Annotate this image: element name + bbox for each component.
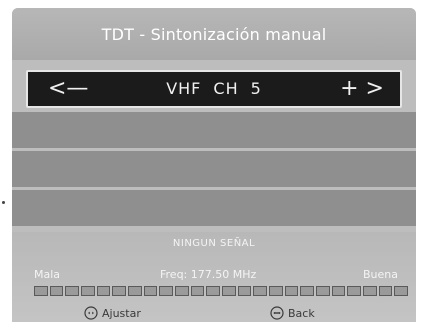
- signal-meter-segment: [175, 286, 189, 296]
- button-hints: Ajustar Back: [12, 306, 416, 322]
- signal-meter-segment: [222, 286, 236, 296]
- left-right-remote-icon: [84, 306, 98, 320]
- signal-meter-segment: [363, 286, 377, 296]
- empty-row: [12, 112, 416, 148]
- back-remote-icon: [270, 306, 284, 320]
- signal-meter-segment: [190, 286, 205, 296]
- empty-row: [12, 151, 416, 187]
- signal-good-label: Buena: [363, 268, 398, 281]
- signal-status: NINGUN SEÑAL: [172, 238, 256, 249]
- signal-meter-segment: [331, 286, 346, 296]
- signal-meter-segment: [34, 286, 48, 296]
- signal-meter-segment: [284, 286, 299, 296]
- empty-row: [12, 190, 416, 226]
- signal-meter-segment: [81, 286, 95, 296]
- tv-menu-screen: TDT - Sintonización manual <— VHF CH 5 + >…: [12, 8, 416, 322]
- adjust-hint[interactable]: Ajustar: [84, 306, 141, 320]
- signal-meter-segment: [65, 286, 80, 296]
- adjust-label: Ajustar: [102, 306, 141, 320]
- increase-channel-arrow[interactable]: + >: [340, 76, 384, 102]
- band-label: VHF: [166, 79, 202, 98]
- menu-title: TDT - Sintonización manual: [12, 8, 416, 60]
- signal-panel: NINGUN SEÑAL Mala Freq: 177.50 MHz Buena…: [12, 232, 416, 322]
- signal-meter-segment: [112, 286, 127, 296]
- signal-meter-segment: [300, 286, 315, 296]
- signal-meter-segment: [159, 286, 174, 296]
- signal-meter-segment: [96, 286, 111, 296]
- channel-number: 5: [250, 79, 262, 98]
- signal-meter-segment: [347, 286, 362, 296]
- frequency-readout: Freq: 177.50 MHz: [160, 268, 257, 281]
- channel-prefix: CH: [213, 79, 239, 98]
- signal-meter-segment: [237, 286, 252, 296]
- signal-meter-segment: [378, 286, 393, 296]
- signal-bad-label: Mala: [34, 268, 61, 281]
- signal-meter-segment: [49, 286, 64, 296]
- empty-rows: [12, 112, 416, 230]
- signal-meter-segment: [394, 286, 409, 296]
- signal-meter-segment: [143, 286, 158, 296]
- back-hint[interactable]: Back: [270, 306, 315, 320]
- signal-meter-segment: [269, 286, 283, 296]
- edge-dot: [2, 201, 5, 204]
- signal-meter-segment: [206, 286, 221, 296]
- back-label: Back: [288, 306, 315, 320]
- signal-meter-segment: [128, 286, 142, 296]
- signal-meter-segment: [316, 286, 330, 296]
- channel-selector[interactable]: <— VHF CH 5 + >: [26, 70, 402, 108]
- signal-meter-segment: [253, 286, 268, 296]
- signal-meter: [34, 286, 409, 296]
